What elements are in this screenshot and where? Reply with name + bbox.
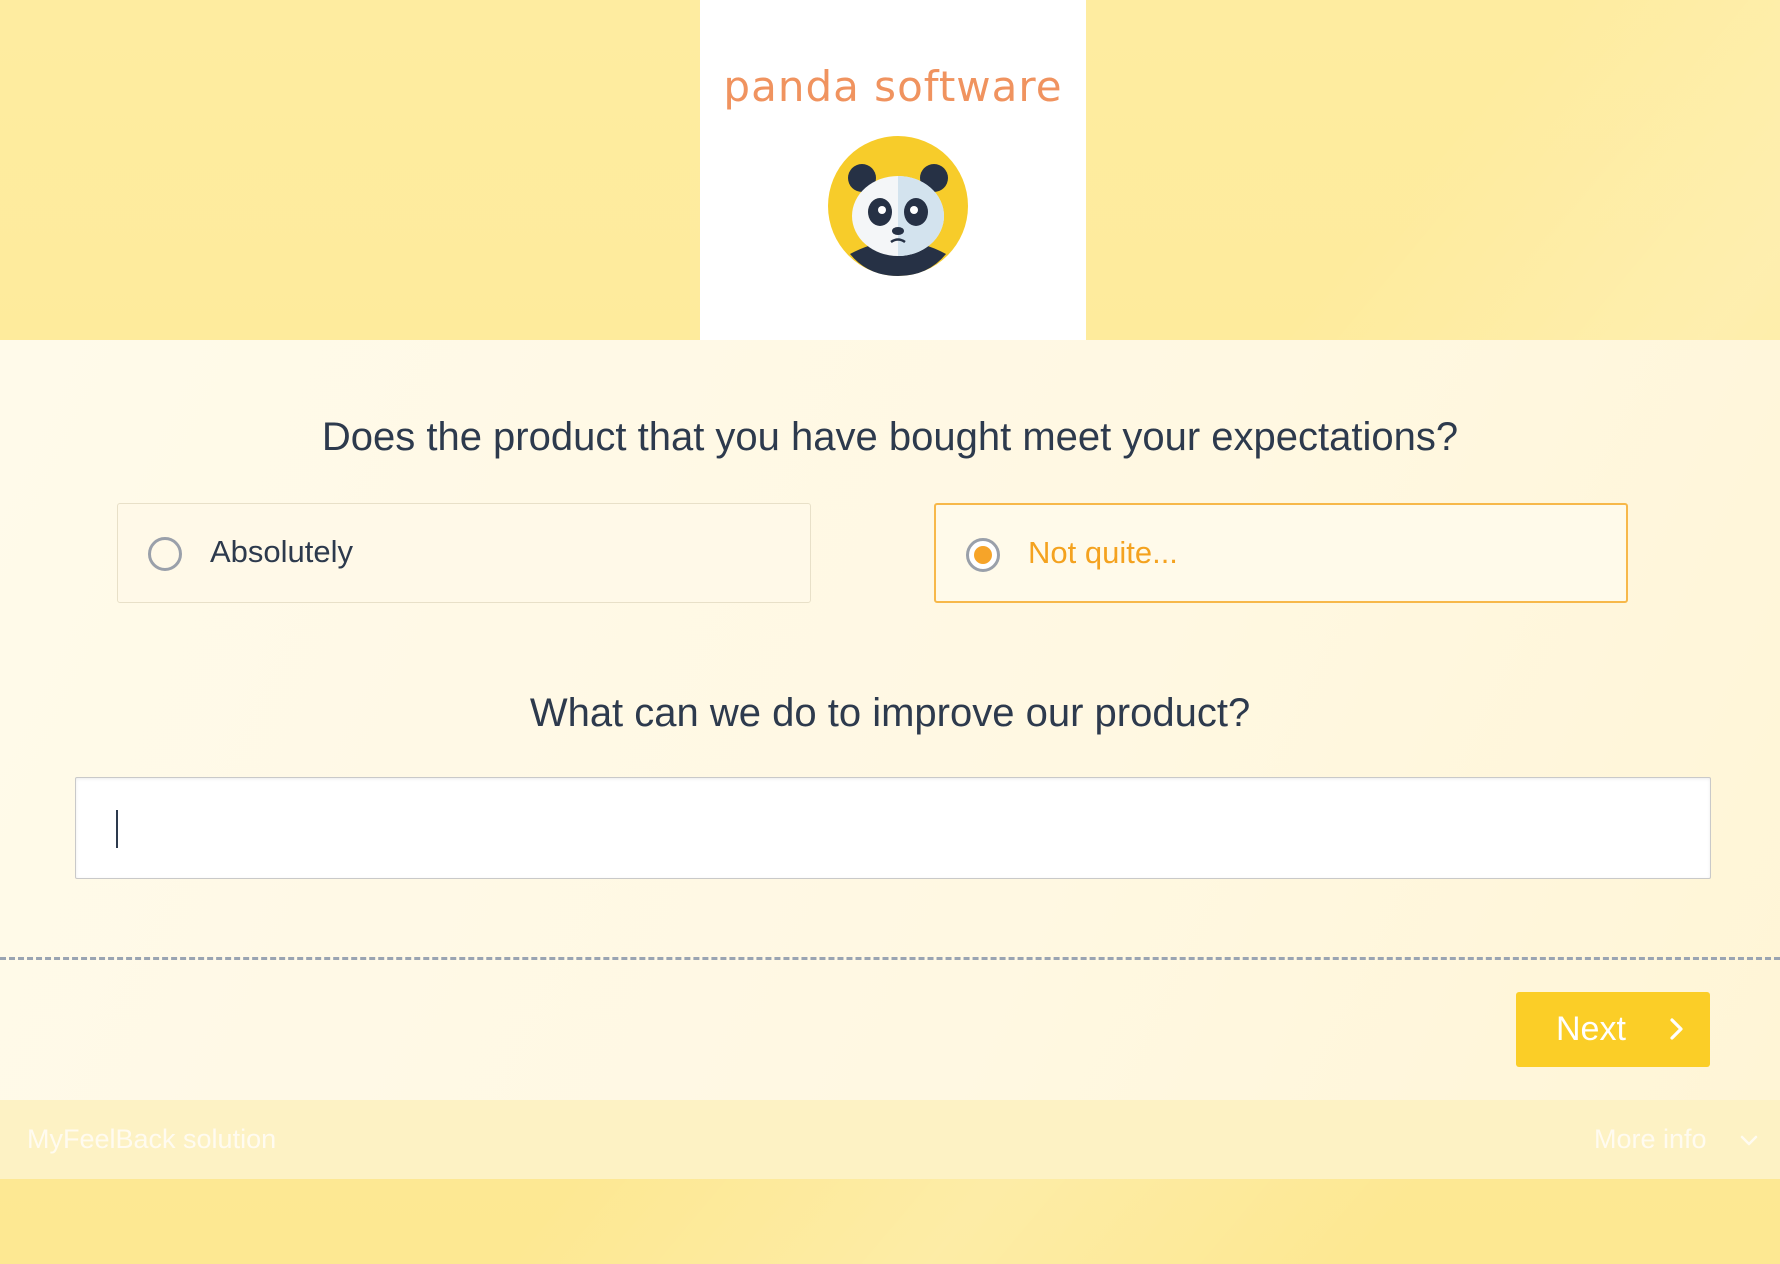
- footer-brand: MyFeelBack solution: [27, 1124, 277, 1154]
- option-label: Absolutely: [210, 534, 354, 569]
- radio-icon[interactable]: [148, 537, 182, 571]
- text-caret: [116, 810, 118, 848]
- option-label: Not quite...: [1028, 535, 1178, 570]
- option-absolutely[interactable]: Absolutely: [117, 503, 811, 603]
- question-improve: What can we do to improve our product?: [529, 691, 1251, 735]
- radio-selected-icon[interactable]: [966, 538, 1000, 572]
- divider: [0, 957, 1780, 960]
- panda-mascot-icon: [828, 136, 968, 276]
- question-expectations: Does the product that you have bought me…: [321, 415, 1459, 459]
- chevron-down-icon[interactable]: [1738, 1130, 1760, 1152]
- footer: MyFeelBack solution More info: [0, 1100, 1780, 1179]
- next-button[interactable]: Next: [1516, 992, 1710, 1067]
- more-info-link[interactable]: More info: [1594, 1124, 1707, 1155]
- logo-text: panda software: [723, 62, 1063, 111]
- logo: panda software: [700, 0, 1086, 340]
- improvement-input[interactable]: [75, 777, 1711, 879]
- survey-card: Does the product that you have bought me…: [0, 340, 1780, 1100]
- next-label: Next: [1556, 1010, 1626, 1048]
- option-not-quite[interactable]: Not quite...: [934, 503, 1628, 603]
- chevron-right-icon: [1670, 1018, 1683, 1040]
